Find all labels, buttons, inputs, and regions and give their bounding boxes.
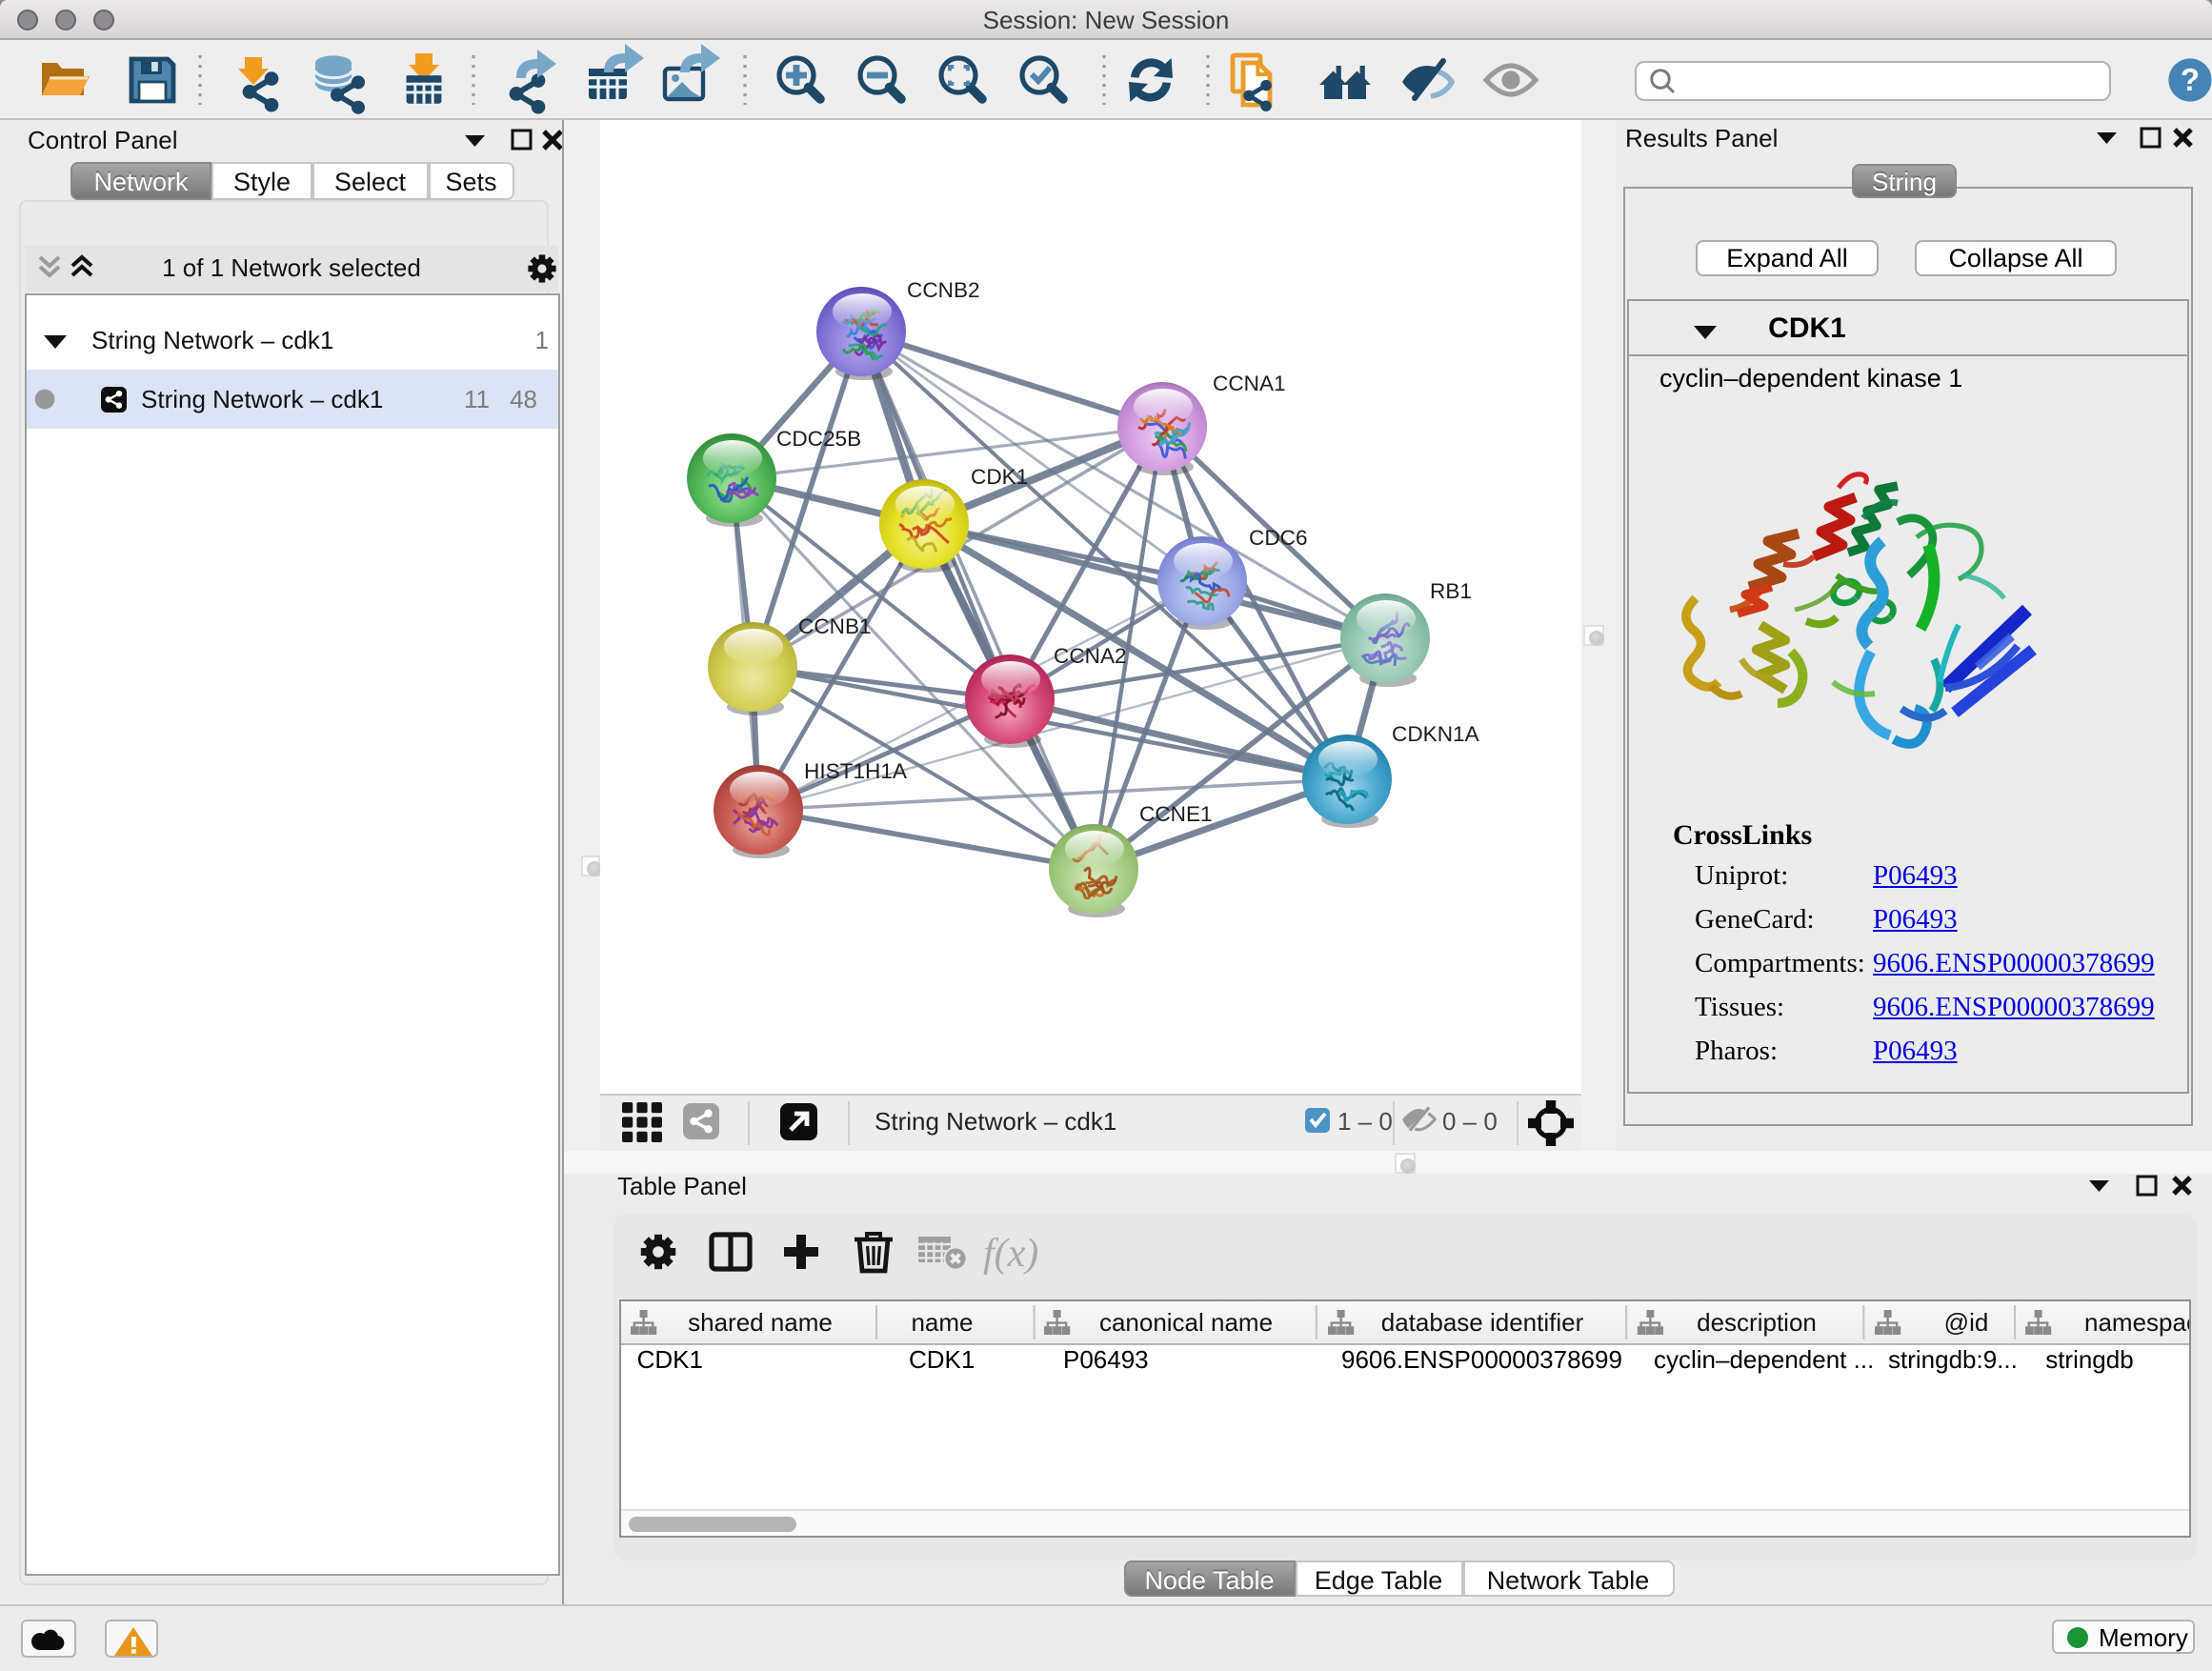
svg-text:database identifier: database identifier xyxy=(1381,1307,1584,1336)
svg-text:CDC6: CDC6 xyxy=(1249,526,1308,550)
svg-text:CCNA1: CCNA1 xyxy=(1213,372,1286,395)
svg-text:HIST1H1A: HIST1H1A xyxy=(804,759,908,783)
svg-text:name: name xyxy=(911,1307,973,1336)
svg-text:description: description xyxy=(1697,1307,1817,1336)
svg-text:f(x): f(x) xyxy=(983,1232,1038,1276)
svg-text:CDKN1A: CDKN1A xyxy=(1392,722,1480,746)
svg-text:shared name: shared name xyxy=(688,1307,833,1336)
svg-text:namespace: namespace xyxy=(2084,1307,2189,1336)
svg-text:CCNB2: CCNB2 xyxy=(907,278,980,302)
svg-text:@id: @id xyxy=(1944,1307,1989,1336)
svg-text:RB1: RB1 xyxy=(1430,579,1472,603)
svg-text:CDC25B: CDC25B xyxy=(776,427,861,451)
svg-text:canonical name: canonical name xyxy=(1099,1307,1273,1336)
svg-text:?: ? xyxy=(2181,62,2200,97)
svg-text:CCNA2: CCNA2 xyxy=(1054,644,1127,668)
svg-text:CCNE1: CCNE1 xyxy=(1139,802,1213,826)
svg-text:CCNB1: CCNB1 xyxy=(798,614,872,638)
svg-text:CDK1: CDK1 xyxy=(971,465,1028,489)
